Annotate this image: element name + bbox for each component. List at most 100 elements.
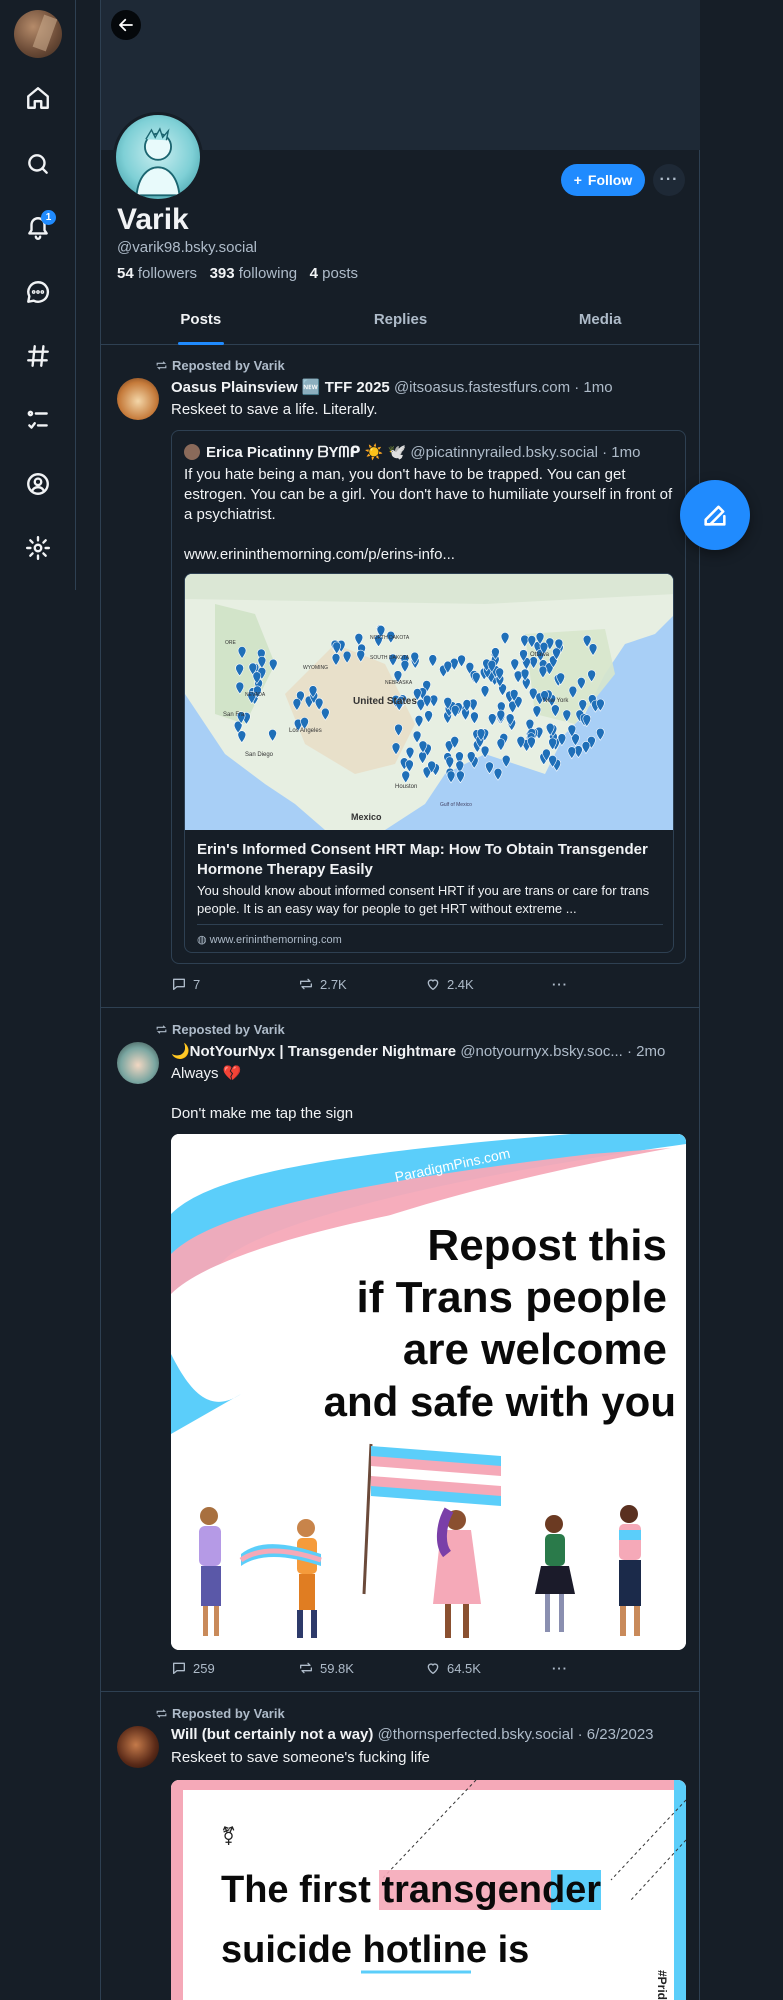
follow-button[interactable]: + Follow bbox=[561, 164, 645, 196]
map-label-ny: New York bbox=[543, 698, 569, 704]
post-text: Always 💔 Don't make me tap the sign bbox=[171, 1065, 354, 1122]
heart-icon bbox=[427, 1663, 439, 1674]
like-button[interactable]: 64.5K bbox=[425, 1660, 552, 1676]
current-user-avatar[interactable] bbox=[14, 10, 62, 58]
post-header: Will (but certainly not a way) @thornspe… bbox=[171, 1726, 691, 1743]
transgender-symbol: ⚧ bbox=[221, 1826, 236, 1847]
link-card-title: Erin's Informed Consent HRT Map: How To … bbox=[197, 841, 648, 878]
image-line-1: Repost this bbox=[427, 1221, 667, 1270]
map-label-la: Los Angeles bbox=[289, 728, 322, 734]
quote-link[interactable]: www.erininthemorning.com/p/erins-info... bbox=[184, 545, 674, 565]
quote-header: Erica Picatinny ᗷYᗰᑭ ☀️ 🕊️ @picatinnyrai… bbox=[184, 443, 640, 461]
quote-author-name: Erica Picatinny ᗷYᗰᑭ ☀️ 🕊️ bbox=[206, 444, 407, 461]
repost-button[interactable]: 2.7K bbox=[298, 976, 425, 992]
repost-icon bbox=[299, 978, 312, 990]
author-avatar[interactable] bbox=[117, 1042, 159, 1084]
post-menu-button[interactable]: ··· bbox=[552, 1660, 591, 1676]
following-link[interactable]: 393 following bbox=[210, 265, 298, 282]
map-label-nv: NEVADA bbox=[245, 692, 266, 698]
map-label-ottawa: Ottawa bbox=[530, 652, 550, 658]
left-nav: 1 bbox=[0, 0, 76, 590]
tab-replies[interactable]: Replies bbox=[301, 300, 501, 344]
arrow-left-icon bbox=[119, 18, 133, 32]
repost-icon bbox=[156, 361, 167, 370]
hash-icon[interactable] bbox=[22, 340, 54, 372]
image-line-2: suicide hotline is bbox=[221, 1929, 529, 1971]
map-label-or: ORE bbox=[225, 640, 237, 646]
map-label-us: United States bbox=[353, 696, 417, 707]
image-line-3: are welcome bbox=[403, 1325, 667, 1374]
map-label-ne: NEBRASKA bbox=[385, 680, 413, 686]
feed-post[interactable]: Reposted by Varik 🌙NotYourNyx | Transgen… bbox=[101, 1008, 700, 1692]
tab-media[interactable]: Media bbox=[500, 300, 700, 344]
image-side-tag: #Pride bbox=[655, 1970, 669, 2000]
gear-icon[interactable] bbox=[22, 532, 54, 564]
display-name: Varik bbox=[117, 203, 189, 236]
search-icon[interactable] bbox=[22, 148, 54, 180]
map-label-nd: NORTH DAKOTA bbox=[370, 635, 410, 641]
back-button[interactable] bbox=[111, 10, 141, 40]
author-handle[interactable]: @itsoasus.fastestfurs.com bbox=[394, 379, 570, 396]
post-actions: 7 2.7K 2.4K ··· bbox=[171, 976, 591, 992]
post-time[interactable]: · 2mo bbox=[627, 1043, 665, 1060]
posts-count: 4 posts bbox=[309, 265, 359, 282]
image-line-4: and safe with you bbox=[324, 1378, 676, 1425]
link-card-domain: ◍ www.erininthemorning.com bbox=[197, 924, 663, 946]
reply-button[interactable]: 259 bbox=[171, 1660, 298, 1676]
author-avatar[interactable] bbox=[117, 1726, 159, 1768]
repost-icon bbox=[156, 1709, 167, 1718]
heart-icon bbox=[427, 979, 439, 990]
author-handle[interactable]: @thornsperfected.bsky.social bbox=[378, 1726, 574, 1743]
more-options-button[interactable]: ··· bbox=[653, 164, 685, 196]
quote-author-avatar bbox=[184, 444, 200, 460]
post-text: Reskeet to save a life. Literally. bbox=[171, 401, 378, 418]
feed-post[interactable]: Reposted by Varik Oasus Plainsview 🆕 TFF… bbox=[101, 346, 700, 1008]
quote-text: If you hate being a man, you don't have … bbox=[184, 466, 674, 565]
repost-icon bbox=[299, 1662, 312, 1674]
repost-indicator: Reposted by Varik bbox=[155, 358, 285, 373]
followers-link[interactable]: 54 followers bbox=[117, 265, 197, 282]
link-preview-card[interactable]: United States Mexico Los Angeles San Die… bbox=[184, 573, 674, 953]
profile-tabs: Posts Replies Media bbox=[101, 300, 700, 345]
tab-posts[interactable]: Posts bbox=[101, 300, 301, 345]
list-icon[interactable] bbox=[22, 404, 54, 436]
repost-icon bbox=[156, 1025, 167, 1034]
reply-icon bbox=[173, 978, 185, 990]
repost-button[interactable]: 59.8K bbox=[298, 1660, 425, 1676]
quoted-post[interactable]: Erica Picatinny ᗷYᗰᑭ ☀️ 🕊️ @picatinnyrai… bbox=[171, 430, 686, 964]
link-card-description: You should know about informed consent H… bbox=[197, 883, 650, 916]
notification-badge: 1 bbox=[41, 210, 56, 225]
profile-icon[interactable] bbox=[22, 468, 54, 500]
image-line-2: if Trans people bbox=[356, 1273, 667, 1322]
profile-stats: 54 followers 393 following 4 posts bbox=[117, 265, 358, 282]
map-label-sd: San Diego bbox=[245, 752, 274, 758]
map-label-sd-state: SOUTH DAKOTA bbox=[370, 655, 410, 661]
home-icon[interactable] bbox=[22, 82, 54, 114]
compose-icon bbox=[704, 505, 726, 526]
map-label-gulf: Gulf of Mexico bbox=[440, 802, 472, 808]
reply-icon bbox=[173, 1662, 185, 1674]
post-time[interactable]: · 6/23/2023 bbox=[578, 1726, 654, 1743]
author-name[interactable]: 🌙NotYourNyx | Transgender Nightmare bbox=[171, 1043, 456, 1060]
map-image: United States Mexico Los Angeles San Die… bbox=[185, 574, 673, 830]
profile-avatar[interactable] bbox=[113, 112, 203, 202]
map-label-houston: Houston bbox=[395, 784, 417, 790]
post-time[interactable]: · 1mo bbox=[574, 379, 612, 396]
repost-indicator: Reposted by Varik bbox=[155, 1706, 285, 1721]
post-header: 🌙NotYourNyx | Transgender Nightmare @not… bbox=[171, 1042, 691, 1060]
post-menu-button[interactable]: ··· bbox=[552, 976, 591, 992]
like-button[interactable]: 2.4K bbox=[425, 976, 552, 992]
author-name[interactable]: Will (but certainly not a way) bbox=[171, 1726, 373, 1743]
feed-post[interactable]: Reposted by Varik Will (but certainly no… bbox=[101, 1692, 700, 2000]
author-name[interactable]: Oasus Plainsview 🆕 TFF 2025 bbox=[171, 379, 390, 396]
post-image[interactable]: ⚧ The first transgender suicide hotline … bbox=[171, 1780, 686, 2000]
compose-button[interactable] bbox=[680, 480, 750, 550]
quote-author-handle: @picatinnyrailed.bsky.social bbox=[410, 444, 598, 461]
author-handle[interactable]: @notyournyx.bsky.soc... bbox=[460, 1043, 623, 1060]
bell-icon[interactable]: 1 bbox=[22, 210, 56, 244]
author-avatar[interactable] bbox=[117, 378, 159, 420]
chat-icon[interactable] bbox=[22, 276, 54, 308]
post-image[interactable]: ParadigmPins.com Repost this if Trans pe… bbox=[171, 1134, 686, 1650]
reply-button[interactable]: 7 bbox=[171, 976, 298, 992]
post-actions: 259 59.8K 64.5K ··· bbox=[171, 1660, 591, 1676]
